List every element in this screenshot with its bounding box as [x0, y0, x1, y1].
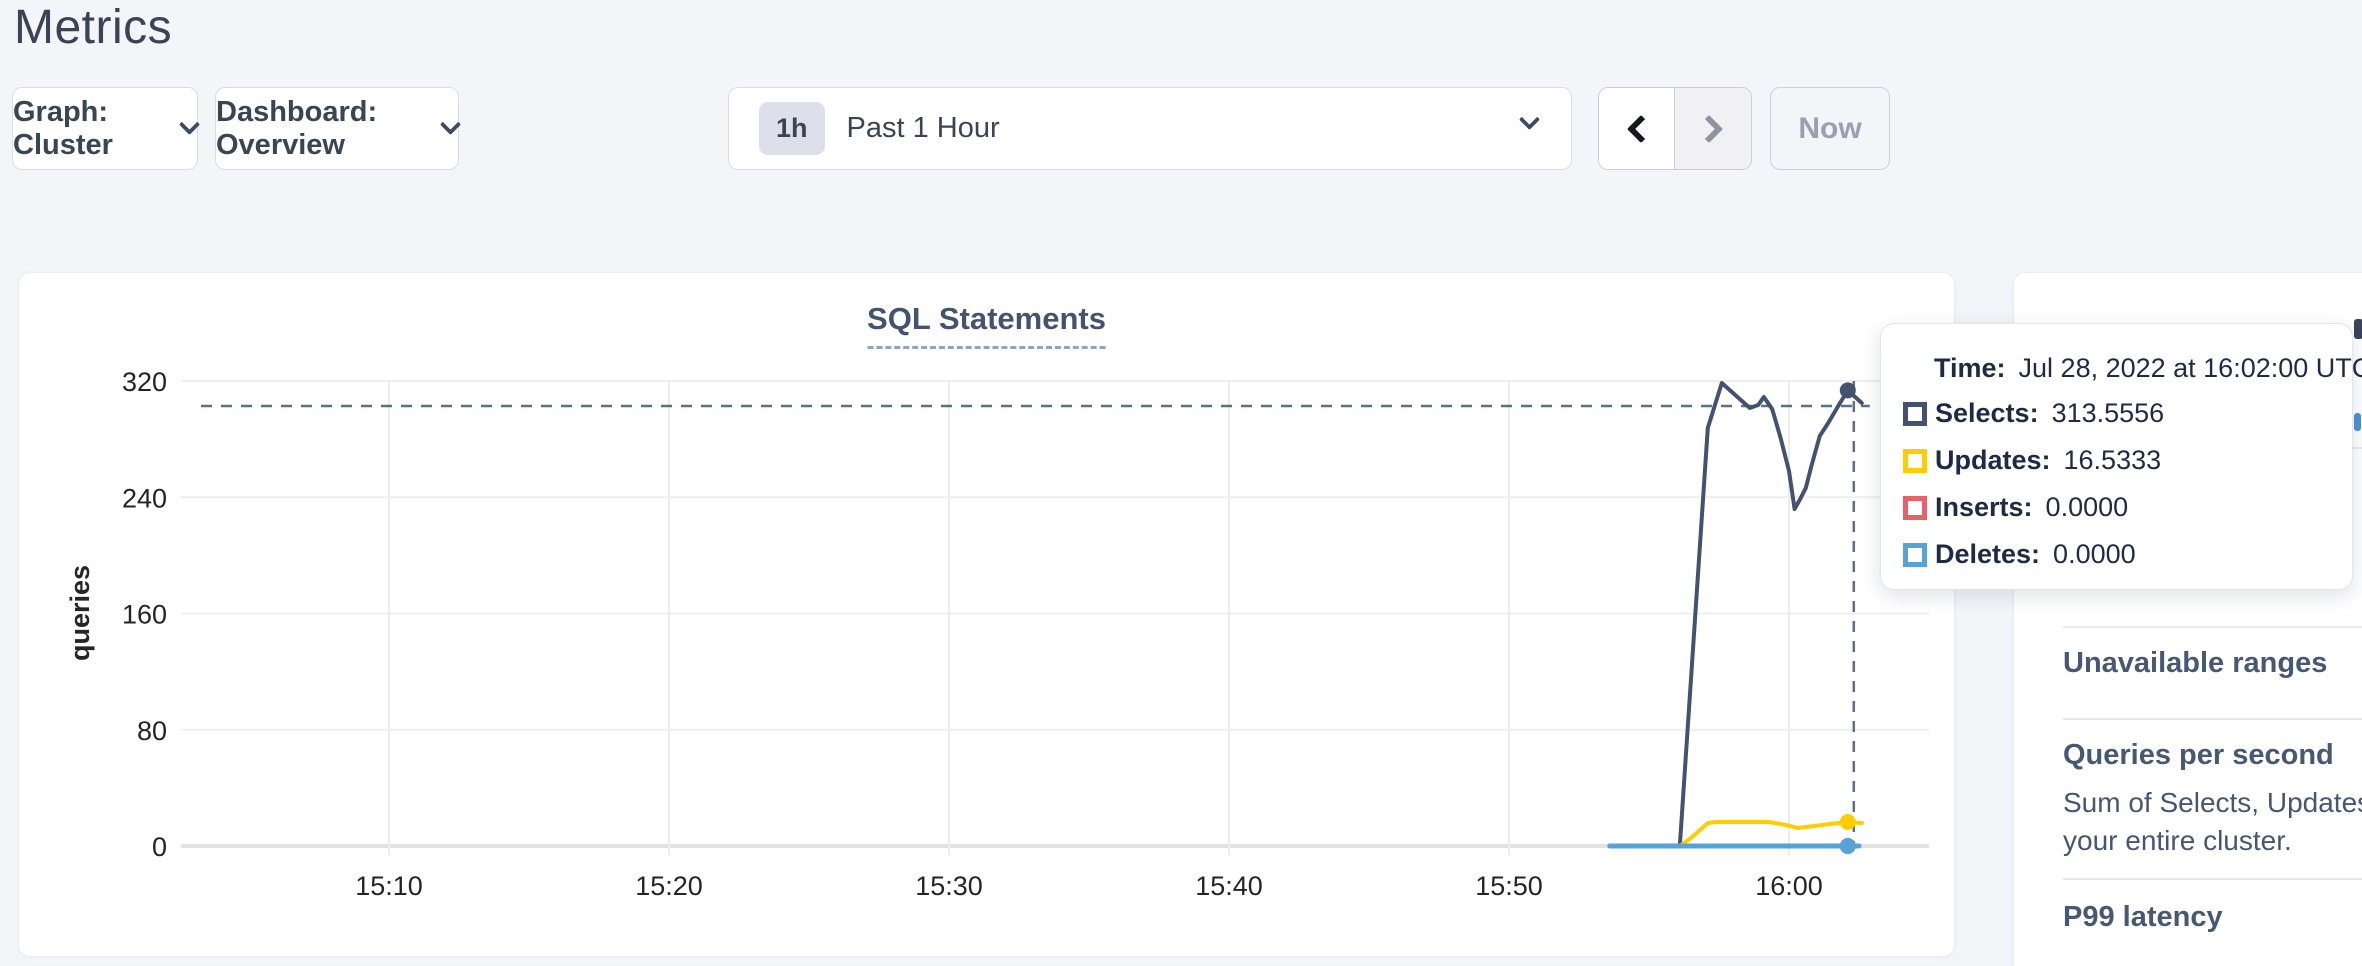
y-axis-tick-label: 0	[152, 832, 167, 862]
y-axis-tick-label: 160	[122, 600, 167, 630]
tooltip-selects-value: 313.5556	[2052, 398, 2165, 429]
dashboard-dropdown-label: Dashboard: Overview	[216, 96, 425, 162]
updates-hover-dot	[1840, 814, 1856, 830]
sidebar-heading-p99-latency: P99 latency	[2063, 901, 2223, 934]
selects-series-line	[1610, 383, 1862, 846]
chevron-down-icon	[179, 114, 200, 135]
x-axis-tick-label: 15:40	[1195, 871, 1263, 901]
time-range-selector[interactable]: 1h Past 1 Hour	[728, 87, 1572, 170]
selects-series-swatch-icon	[1903, 402, 1927, 426]
y-axis-label: queries	[65, 565, 95, 661]
queries-per-second-description-line1: Sum of Selects, Updates, Inser	[2063, 787, 2362, 819]
updates-series-line	[1610, 822, 1862, 846]
x-axis-tick-label: 15:30	[915, 871, 983, 901]
x-axis-tick-label: 16:00	[1755, 871, 1823, 901]
sql-statements-chart-card: SQL Statements 08016024032015:1015:2015:…	[18, 272, 1955, 957]
chevron-right-icon	[1695, 114, 1723, 142]
sql-statements-line-chart[interactable]: 0 80 160 240 320 15:10 15:20 15:30 15:40 15:50 16:…	[19, 273, 1956, 958]
next-time-button[interactable]	[1675, 88, 1751, 169]
updates-series-swatch-icon	[1903, 449, 1927, 473]
tooltip-selects-label: Selects:	[1935, 398, 2039, 429]
x-axis-tick-label: 15:10	[355, 871, 423, 901]
dashboard-dropdown[interactable]: Dashboard: Overview	[215, 87, 459, 170]
graph-dropdown-label: Graph: Cluster	[13, 96, 164, 162]
previous-time-button[interactable]	[1599, 88, 1675, 169]
divider	[2063, 626, 2362, 628]
tooltip-deletes-value: 0.0000	[2053, 539, 2136, 570]
sidebar-heading-queries-per-second: Queries per second	[2063, 739, 2334, 772]
tooltip-time-value: Jul 28, 2022 at 16:02:00 UTC	[2019, 353, 2362, 384]
y-axis-tick-label: 80	[137, 716, 167, 746]
y-axis-tick-label: 320	[122, 367, 167, 397]
tooltip-time-label: Time:	[1934, 353, 2006, 384]
graph-dropdown[interactable]: Graph: Cluster	[12, 87, 198, 170]
y-axis-tick-label: 240	[122, 483, 167, 513]
chevron-left-icon	[1626, 114, 1654, 142]
time-range-label: Past 1 Hour	[847, 112, 1000, 145]
tooltip-inserts-label: Inserts:	[1935, 492, 2033, 523]
chevron-down-icon	[1519, 109, 1540, 130]
page-title: Metrics	[14, 0, 172, 55]
tooltip-updates-label: Updates:	[1935, 445, 2051, 476]
x-axis-tick-label: 15:20	[635, 871, 703, 901]
now-button[interactable]: Now	[1770, 87, 1890, 170]
chevron-down-icon	[440, 114, 461, 135]
sidebar-heading-unavailable-ranges: Unavailable ranges	[2063, 647, 2327, 680]
tooltip-updates-value: 16.5333	[2064, 445, 2162, 476]
selects-hover-dot	[1840, 382, 1856, 398]
divider	[2063, 878, 2362, 880]
x-axis-tick-label: 15:50	[1475, 871, 1543, 901]
tooltip-inserts-value: 0.0000	[2046, 492, 2129, 523]
deletes-series-swatch-icon	[1903, 543, 1927, 567]
inserts-series-swatch-icon	[1903, 496, 1927, 520]
clipped-text-fragment	[2354, 319, 2362, 339]
time-range-badge: 1h	[759, 102, 825, 155]
queries-per-second-description-line2: your entire cluster.	[2063, 825, 2292, 857]
now-button-label: Now	[1798, 112, 1861, 146]
tooltip-deletes-label: Deletes:	[1935, 539, 2040, 570]
deletes-hover-dot	[1840, 838, 1856, 854]
divider	[2063, 718, 2362, 720]
time-step-button-group	[1598, 87, 1752, 170]
chart-hover-tooltip: Time: Jul 28, 2022 at 16:02:00 UTC Selec…	[1880, 323, 2353, 590]
clipped-link-fragment	[2354, 413, 2361, 431]
